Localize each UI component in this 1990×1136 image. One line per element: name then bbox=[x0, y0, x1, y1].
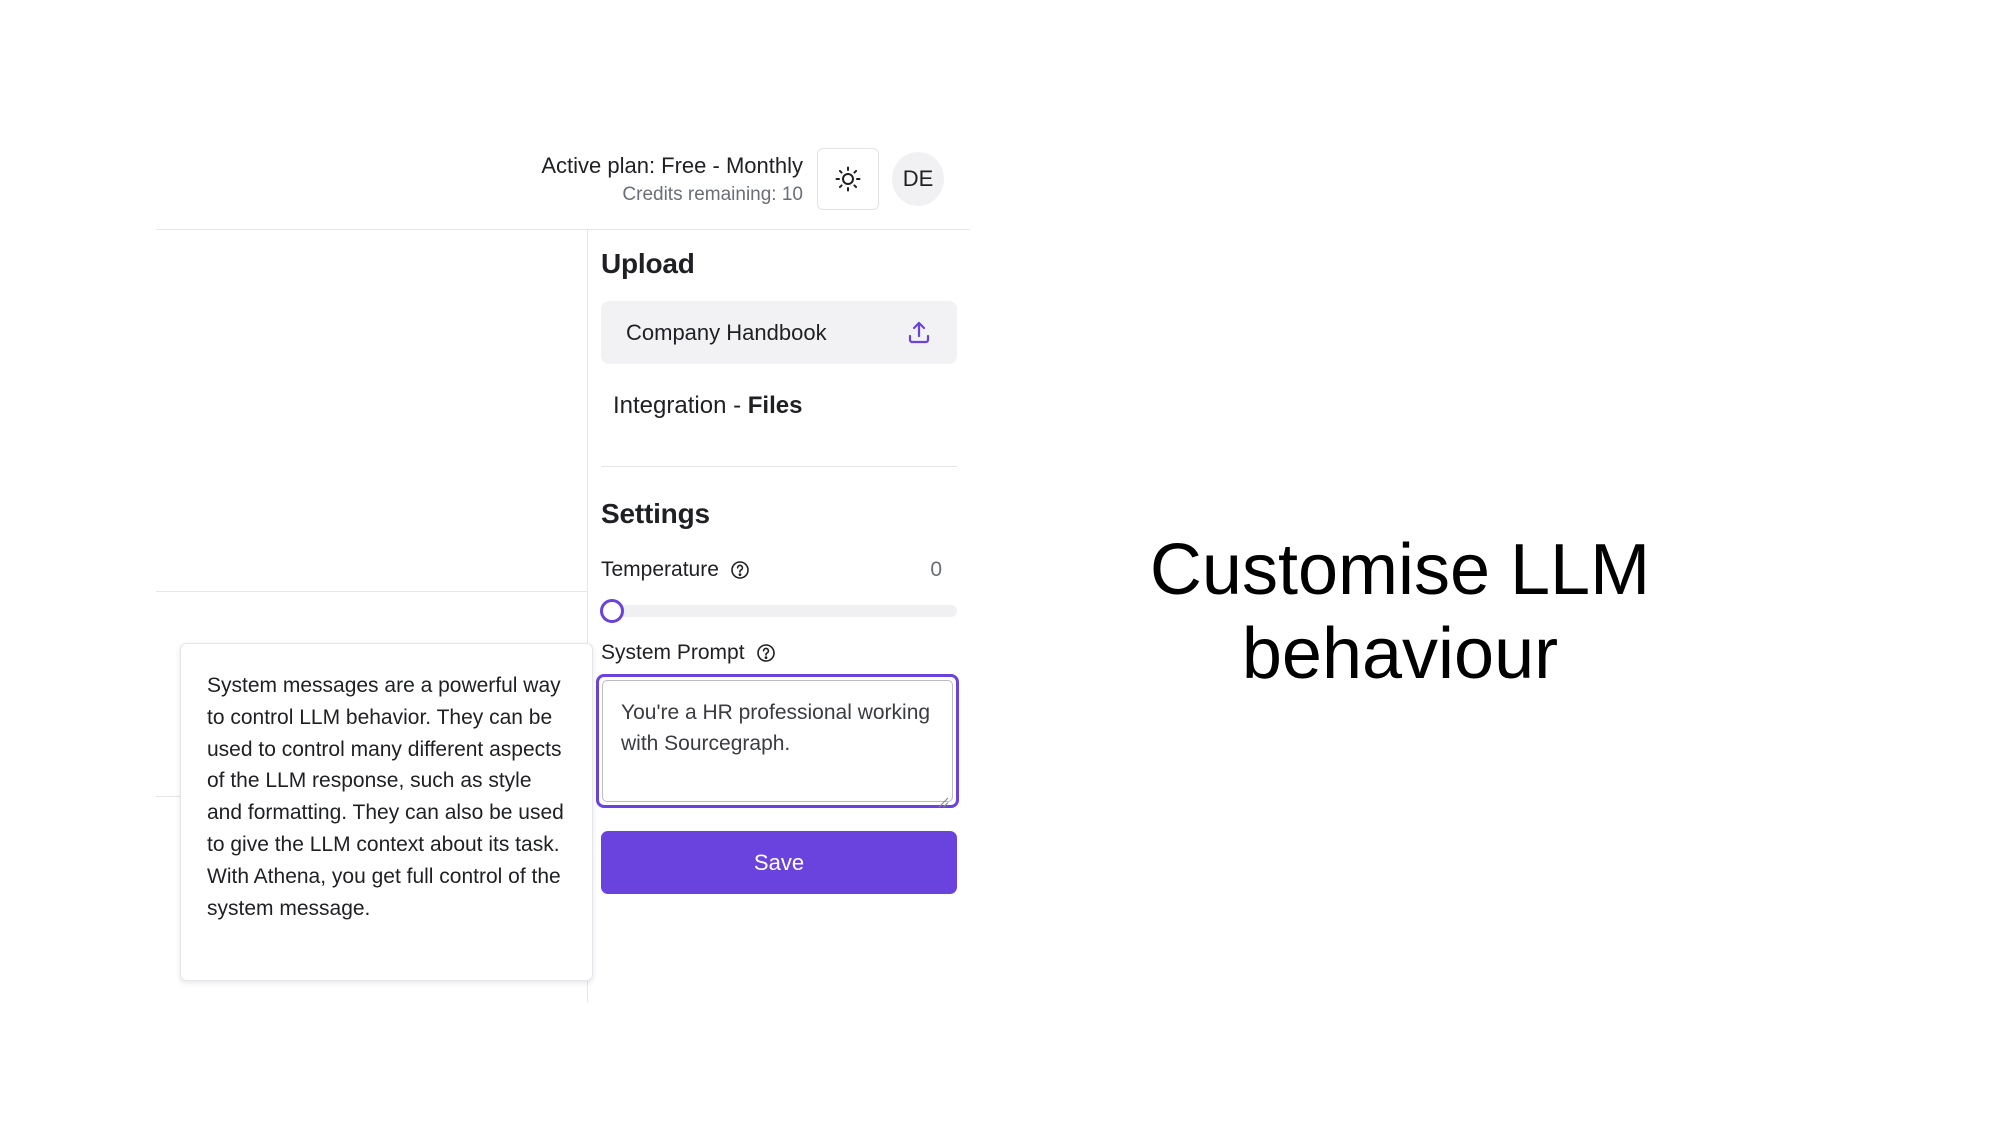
system-prompt-text: You're a HR professional working with So… bbox=[621, 701, 931, 755]
headline: Customise LLM behaviour bbox=[1100, 528, 1700, 696]
system-prompt-label: System Prompt bbox=[601, 641, 745, 664]
credits-remaining-text: Credits remaining: 10 bbox=[622, 184, 803, 205]
headline-line-2: behaviour bbox=[1241, 614, 1559, 694]
resize-grip-icon[interactable] bbox=[937, 786, 949, 808]
user-avatar[interactable]: DE bbox=[892, 152, 944, 206]
company-handbook-upload-card[interactable]: Company Handbook bbox=[601, 301, 957, 364]
upload-settings-divider bbox=[601, 466, 957, 467]
temperature-slider-thumb[interactable] bbox=[600, 599, 624, 623]
upload-section-title: Upload bbox=[601, 248, 695, 279]
system-prompt-tooltip: System messages are a powerful way to co… bbox=[180, 643, 593, 981]
integration-prefix: Integration - bbox=[613, 392, 748, 419]
headline-line-1: Customise LLM bbox=[1149, 530, 1651, 610]
integration-files-link[interactable]: Integration - Files bbox=[613, 392, 802, 420]
avatar-initials: DE bbox=[902, 166, 934, 191]
sun-icon bbox=[834, 165, 862, 193]
left-panel-divider bbox=[156, 591, 587, 592]
save-button[interactable]: Save bbox=[601, 831, 957, 894]
system-prompt-label-row: System Prompt bbox=[601, 641, 777, 665]
system-prompt-textarea[interactable]: You're a HR professional working with So… bbox=[596, 674, 959, 808]
temperature-label-row: Temperature bbox=[601, 558, 751, 582]
system-prompt-inner[interactable]: You're a HR professional working with So… bbox=[602, 680, 953, 808]
header-divider bbox=[156, 229, 970, 230]
temperature-help-icon[interactable] bbox=[729, 559, 751, 581]
upload-card-label: Company Handbook bbox=[626, 319, 827, 345]
settings-section-title: Settings bbox=[601, 498, 710, 529]
temperature-label: Temperature bbox=[601, 558, 719, 581]
temperature-slider-track[interactable] bbox=[601, 605, 957, 617]
system-prompt-help-icon[interactable] bbox=[755, 642, 777, 664]
integration-files-label: Files bbox=[747, 392, 803, 419]
active-plan-text: Active plan: Free - Monthly bbox=[541, 153, 803, 178]
upload-icon[interactable] bbox=[906, 320, 932, 346]
plan-info: Active plan: Free - Monthly Credits rema… bbox=[541, 150, 803, 208]
temperature-value: 0 bbox=[930, 558, 942, 581]
theme-toggle-button[interactable] bbox=[817, 148, 879, 210]
